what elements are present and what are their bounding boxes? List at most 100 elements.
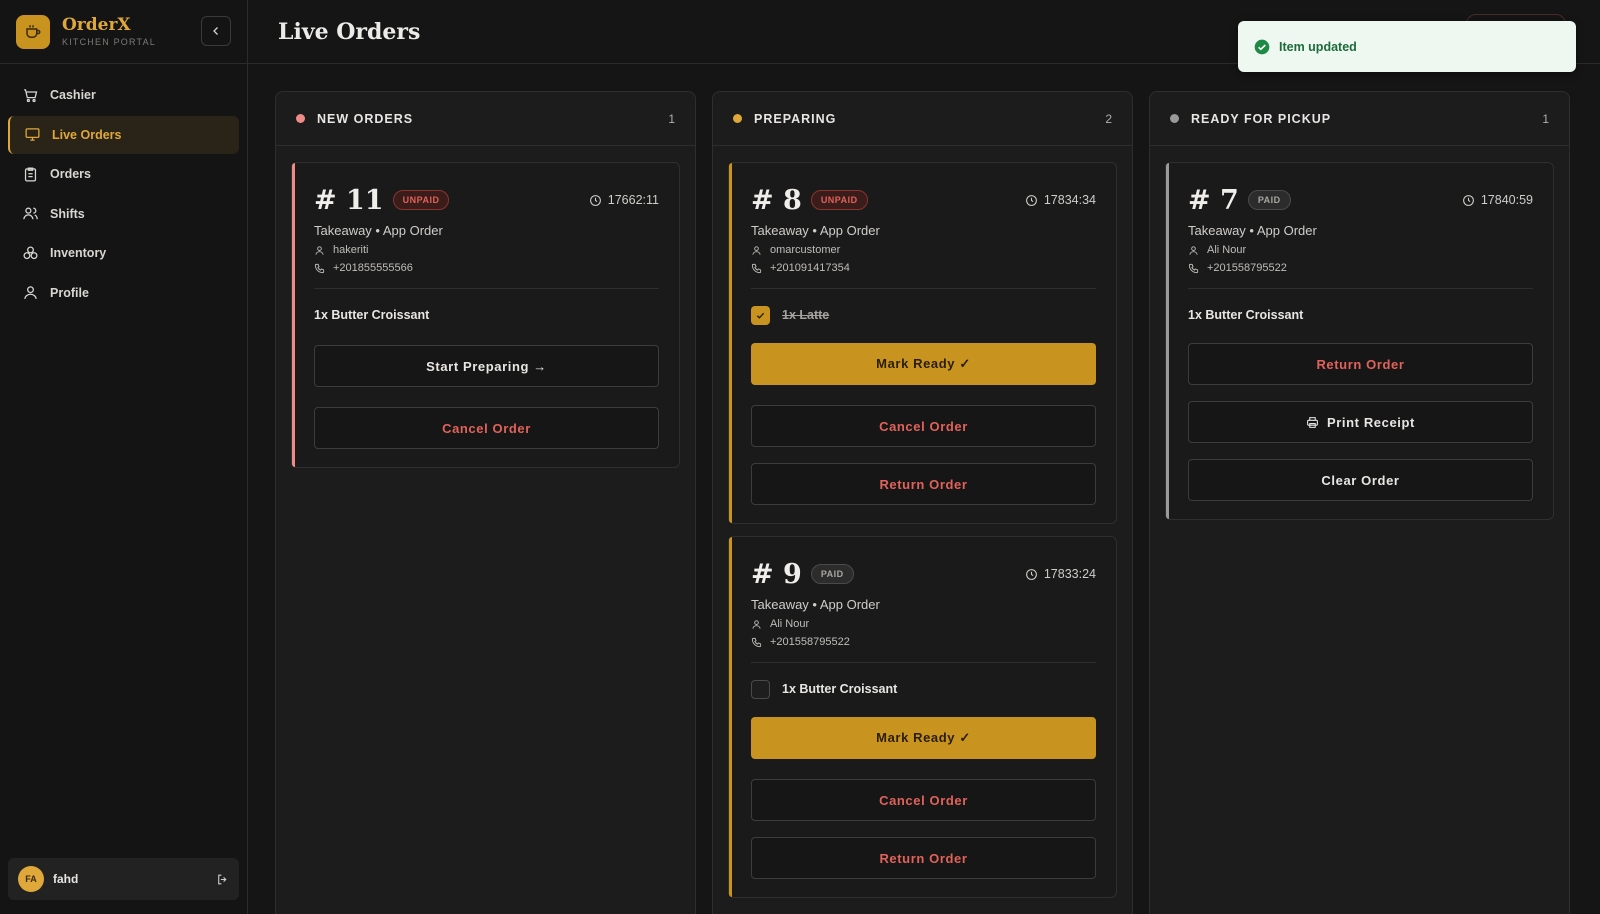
order-number: # 8 [751, 184, 802, 216]
item-checkbox[interactable] [751, 305, 770, 325]
order-item-label: 1x Latte [782, 308, 830, 322]
order-card: # 9 PAID 17833:24 Takeaway • App Order A… [728, 536, 1117, 898]
column-new-orders: NEW ORDERS 1 # 11 UNPAID 17662:11 Takeaw… [275, 91, 696, 914]
coffee-cup-icon [16, 14, 50, 49]
order-item: 1x Butter Croissant [751, 677, 1096, 701]
cancel-order-button[interactable]: Cancel Order [751, 779, 1096, 821]
print-receipt-button[interactable]: Print Receipt [1188, 401, 1533, 443]
clock-icon [589, 194, 601, 206]
toast-message: Item updated [1279, 39, 1357, 54]
user-card: FA fahd [8, 858, 239, 900]
sidebar-item-label: Profile [50, 285, 89, 300]
order-timer: 17840:59 [1462, 193, 1533, 207]
column-title: NEW ORDERS [317, 111, 414, 126]
order-timer: 17662:11 [589, 193, 659, 207]
sidebar-item-label: Orders [50, 167, 91, 182]
customer-name: omarcustomer [751, 244, 1096, 256]
clock-icon [1025, 194, 1037, 206]
checkmark-icon [756, 312, 765, 319]
order-item-label: 1x Butter Croissant [782, 682, 898, 696]
page-title: Live Orders [278, 18, 421, 45]
mark-ready-button[interactable]: Mark Ready ✓ [751, 343, 1096, 385]
user-icon [1189, 245, 1198, 255]
brand: OrderX KITCHEN PORTAL [0, 0, 247, 64]
return-order-button[interactable]: Return Order [751, 837, 1096, 879]
order-card: # 11 UNPAID 17662:11 Takeaway • App Orde… [291, 162, 680, 468]
column-header: READY FOR PICKUP 1 [1150, 92, 1569, 146]
column-ready-for-pickup: READY FOR PICKUP 1 # 7 PAID 17840:59 Tak… [1149, 91, 1570, 914]
payment-badge: PAID [810, 564, 854, 584]
sidebar-item-label: Shifts [50, 206, 85, 221]
sidebar-item-shifts[interactable]: Shifts [8, 195, 239, 233]
collapse-sidebar-button[interactable] [201, 16, 231, 46]
status-dot [1170, 114, 1179, 123]
column-count: 2 [1105, 111, 1112, 126]
order-timer: 17834:34 [1025, 193, 1096, 207]
column-count: 1 [1542, 111, 1549, 126]
column-header: PREPARING 2 [713, 92, 1132, 146]
clear-order-button[interactable]: Clear Order [1188, 459, 1533, 501]
item-checkbox[interactable] [751, 679, 770, 699]
sidebar-item-label: Live Orders [52, 127, 122, 142]
chevron-left-icon [213, 27, 218, 35]
sidebar-item-live-orders[interactable]: Live Orders [8, 115, 239, 154]
app: OrderX KITCHEN PORTAL Cashier Live Order… [0, 0, 1600, 914]
mark-ready-button[interactable]: Mark Ready ✓ [751, 717, 1096, 759]
sidebar-item-orders[interactable]: Orders [8, 155, 239, 193]
toast-notification: Item updated [1238, 21, 1576, 72]
cancel-order-button[interactable]: Cancel Order [751, 405, 1096, 447]
phone-icon [751, 637, 762, 647]
order-card: # 8 UNPAID 17834:34 Takeaway • App Order… [728, 162, 1117, 524]
status-dot [296, 114, 305, 123]
user-icon [24, 286, 37, 300]
main-content: Live Orders Item updated NEW ORDERS 1 # … [248, 0, 1600, 914]
customer-name: hakeriti [314, 244, 659, 256]
brand-subtitle: KITCHEN PORTAL [62, 37, 156, 47]
order-type: Takeaway • App Order [314, 223, 443, 238]
start-preparing-button[interactable]: Start Preparing → [314, 345, 659, 387]
boxes-icon [23, 246, 38, 259]
customer-name: Ali Nour [1188, 244, 1533, 256]
customer-phone: +201558795522 [751, 636, 1096, 648]
payment-badge: PAID [1247, 190, 1291, 210]
sidebar-item-label: Cashier [50, 88, 96, 102]
order-board: NEW ORDERS 1 # 11 UNPAID 17662:11 Takeaw… [248, 64, 1600, 914]
user-icon [752, 245, 761, 255]
column-count: 1 [668, 111, 675, 126]
brand-name: OrderX [62, 15, 131, 35]
return-order-button[interactable]: Return Order [751, 463, 1096, 505]
order-item: 1x Butter Croissant [1188, 308, 1304, 322]
phone-icon [751, 263, 762, 273]
clock-icon [1025, 568, 1037, 580]
customer-phone: +201091417354 [751, 262, 1096, 274]
sidebar-item-cashier[interactable]: Cashier [8, 76, 239, 114]
monitor-icon [25, 128, 40, 141]
check-circle-icon [1254, 39, 1270, 54]
order-timer: 17833:24 [1025, 567, 1096, 581]
status-dot [733, 114, 742, 123]
column-title: PREPARING [754, 111, 837, 126]
logout-icon[interactable] [216, 873, 229, 886]
order-number: # 9 [751, 558, 802, 590]
cancel-order-button[interactable]: Cancel Order [314, 407, 659, 449]
order-card: # 7 PAID 17840:59 Takeaway • App Order A… [1165, 162, 1554, 520]
customer-name: Ali Nour [751, 618, 1096, 630]
avatar: FA [18, 866, 44, 892]
order-number: # 11 [314, 184, 384, 216]
cart-icon [24, 88, 38, 102]
order-item: 1x Butter Croissant [314, 308, 430, 322]
printer-icon [1307, 416, 1318, 428]
sidebar-item-inventory[interactable]: Inventory [8, 234, 239, 272]
payment-badge: UNPAID [810, 190, 868, 210]
sidebar-item-profile[interactable]: Profile [8, 274, 239, 312]
sidebar: OrderX KITCHEN PORTAL Cashier Live Order… [0, 0, 248, 914]
order-item: 1x Latte [751, 303, 1096, 327]
customer-phone: +201558795522 [1188, 262, 1533, 274]
phone-icon [314, 263, 325, 273]
return-order-button[interactable]: Return Order [1188, 343, 1533, 385]
sidebar-item-label: Inventory [50, 246, 107, 261]
order-type: Takeaway • App Order [751, 597, 880, 612]
payment-badge: UNPAID [392, 190, 450, 210]
user-icon [315, 245, 324, 255]
column-header: NEW ORDERS 1 [276, 92, 695, 146]
